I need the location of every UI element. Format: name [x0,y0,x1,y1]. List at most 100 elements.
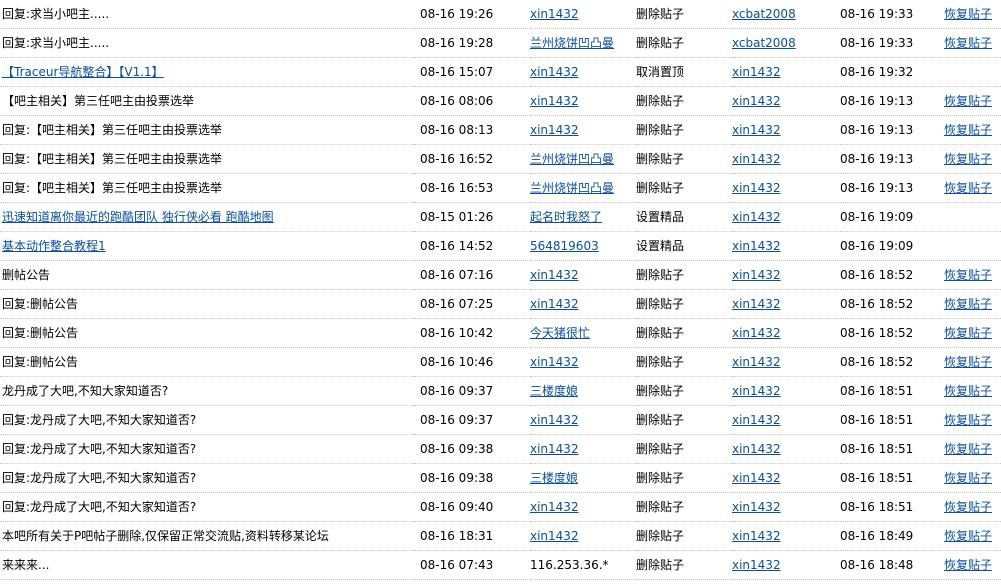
restore-post-link[interactable]: 恢复贴子 [944,384,992,398]
operator-link[interactable]: xin1432 [732,471,781,485]
operator-link[interactable]: xin1432 [732,326,781,340]
operator-link[interactable]: xin1432 [732,239,781,253]
restore-post-link[interactable]: 恢复贴子 [944,297,992,311]
action-type: 删除贴子 [636,500,685,514]
operation-time-cell: 08-16 18:52 [840,347,944,377]
author-link[interactable]: xin1432 [530,355,579,369]
author-link[interactable]: 564819603 [530,239,599,253]
post-time: 08-16 18:31 [420,529,494,543]
restore-post-link[interactable]: 恢复贴子 [944,7,992,21]
author-link[interactable]: 兰州烧饼凹凸曼 [530,36,614,50]
action-type: 删除贴子 [636,297,685,311]
operator-link[interactable]: xcbat2008 [732,7,796,21]
author-link[interactable]: 兰州烧饼凹凸曼 [530,152,614,166]
operator-link[interactable]: xin1432 [732,558,781,572]
restore-post-link[interactable]: 恢复贴子 [944,181,992,195]
operation-time-cell: 08-16 19:13 [840,173,944,203]
restore-post-link-cell: 恢复贴子 [944,173,1001,203]
restore-post-link-cell: 恢复贴子 [944,376,1001,406]
author-link[interactable]: 今天猪很忙 [530,326,590,340]
operator-link[interactable]: xin1432 [732,529,781,543]
restore-post-link[interactable]: 恢复贴子 [944,442,992,456]
operation-time-cell: 08-16 19:33 [840,0,944,29]
author-link[interactable]: 三楼度娘 [530,471,578,485]
restore-post-link[interactable]: 恢复贴子 [944,152,992,166]
table-row: 回复:【吧主相关】第三任吧主由投票选举 08-16 16:53 兰州烧饼凹凸曼 删除贴… [0,173,1001,203]
author-link[interactable]: xin1432 [530,268,579,282]
post-time: 08-16 10:46 [420,355,494,369]
operator-link[interactable]: xin1432 [732,442,781,456]
post-title-link[interactable]: 基本动作整合教程1 [2,239,106,253]
author-link[interactable]: xin1432 [530,500,579,514]
operator-link-cell: xcbat2008 [732,0,840,29]
operator-link[interactable]: xin1432 [732,181,781,195]
post-title: 回复:龙丹成了大吧,不知大家知道否? [2,442,197,456]
operator-link[interactable]: xin1432 [732,210,781,224]
author-link[interactable]: xin1432 [530,7,579,21]
restore-post-link[interactable]: 恢复贴子 [944,558,992,572]
post-time-cell: 08-16 16:52 [414,144,530,174]
restore-post-link[interactable]: 恢复贴子 [944,500,992,514]
operator-link[interactable]: xin1432 [732,297,781,311]
post-time-cell: 08-15 01:26 [414,202,530,232]
author-link[interactable]: xin1432 [530,297,579,311]
operator-link[interactable]: xin1432 [732,355,781,369]
action-type: 删除贴子 [636,471,685,485]
restore-post-link-cell: 恢复贴子 [944,463,1001,493]
post-title: 回复:删帖公告 [2,297,79,311]
post-time: 08-16 19:28 [420,36,494,50]
restore-cell-empty [944,231,1001,261]
operator-link[interactable]: xin1432 [732,500,781,514]
operator-link[interactable]: xin1432 [732,94,781,108]
post-title: 删帖公告 [2,268,51,282]
restore-post-link[interactable]: 恢复贴子 [944,355,992,369]
restore-post-link[interactable]: 恢复贴子 [944,471,992,485]
table-row: 【吧主相关】第三任吧主由投票选举 08-16 08:06 xin1432 删除贴子 xi… [0,86,1001,116]
operator-link-cell: xin1432 [732,115,840,145]
restore-post-link-cell: 恢复贴子 [944,144,1001,174]
action-type-cell: 删除贴子 [636,405,732,435]
author-link[interactable]: xin1432 [530,529,579,543]
post-time-cell: 08-16 18:31 [414,521,530,551]
author-link[interactable]: xin1432 [530,413,579,427]
operator-link-cell: xin1432 [732,376,840,406]
action-type-cell: 删除贴子 [636,0,732,29]
author-link[interactable]: xin1432 [530,123,579,137]
post-title-link[interactable]: 迅速知道离你最近的跑酷团队 独行侠必看 跑酷地图 [2,210,274,224]
restore-post-link[interactable]: 恢复贴子 [944,413,992,427]
restore-post-link[interactable]: 恢复贴子 [944,326,992,340]
author-link[interactable]: 起名时我怒了 [530,210,602,224]
author-link[interactable]: xin1432 [530,65,579,79]
restore-post-link[interactable]: 恢复贴子 [944,94,992,108]
operation-time-cell: 08-16 18:51 [840,434,944,464]
operator-link[interactable]: xin1432 [732,268,781,282]
operation-time-cell: 08-16 18:52 [840,318,944,348]
post-time: 08-16 19:26 [420,7,494,21]
operation-time: 08-16 19:33 [840,36,914,50]
operator-link-cell: xin1432 [732,260,840,290]
author-link[interactable]: xin1432 [530,442,579,456]
author-link[interactable]: 兰州烧饼凹凸曼 [530,181,614,195]
restore-post-link[interactable]: 恢复贴子 [944,123,992,137]
operator-link[interactable]: xin1432 [732,384,781,398]
restore-post-link[interactable]: 恢复贴子 [944,529,992,543]
table-row: 回复:【吧主相关】第三任吧主由投票选举 08-16 08:13 xin1432 删除贴… [0,115,1001,145]
action-type: 删除贴子 [636,94,685,108]
operation-time-cell: 08-16 19:13 [840,86,944,116]
post-title-link[interactable]: 【Traceur导航整合】【V1.1】 [2,65,164,79]
post-time-cell: 08-16 19:28 [414,28,530,58]
post-title: 回复:【吧主相关】第三任吧主由投票选举 [2,152,223,166]
author-link[interactable]: 三楼度娘 [530,384,578,398]
post-title-cell: 回复:删帖公告 [0,318,414,348]
post-time: 08-16 16:52 [420,152,494,166]
operator-link[interactable]: xin1432 [732,65,781,79]
operator-link[interactable]: xin1432 [732,152,781,166]
restore-post-link[interactable]: 恢复贴子 [944,268,992,282]
operator-link[interactable]: xin1432 [732,123,781,137]
operator-link[interactable]: xin1432 [732,413,781,427]
action-type: 设置精品 [636,239,685,253]
restore-post-link[interactable]: 恢复贴子 [944,36,992,50]
operator-link[interactable]: xcbat2008 [732,36,796,50]
author-link[interactable]: xin1432 [530,94,579,108]
action-type-cell: 取消置顶 [636,57,732,87]
